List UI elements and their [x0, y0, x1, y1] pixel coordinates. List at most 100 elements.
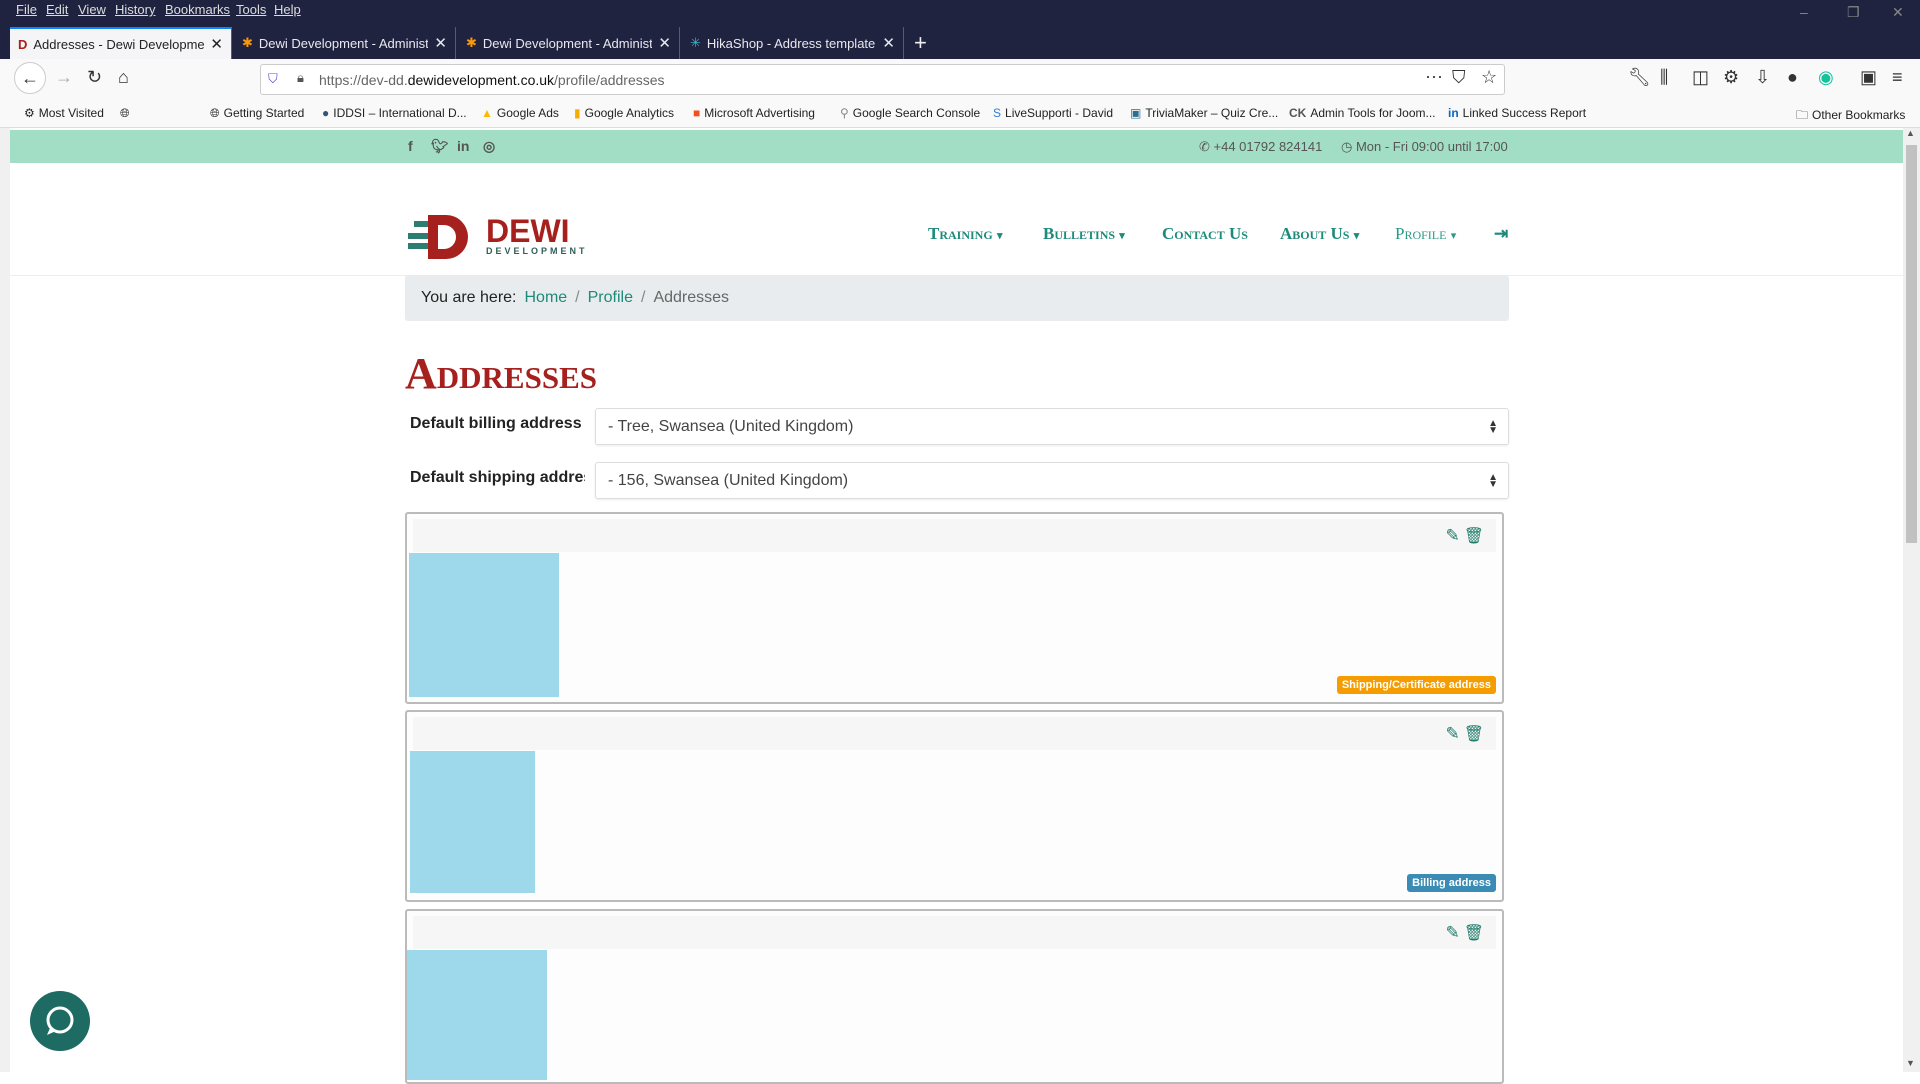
nav-training[interactable]: Training ▾ — [928, 224, 1002, 244]
minimize-button[interactable]: – — [1800, 4, 1808, 20]
tab-addresses[interactable]: D Addresses - Dewi Development ✕ — [10, 27, 232, 59]
nav-about-us[interactable]: About Us ▾ — [1280, 224, 1359, 244]
reload-button[interactable]: ↻ — [87, 67, 102, 88]
globe-icon[interactable]: 🌐︎ — [120, 106, 130, 121]
tab-admin-1[interactable]: ✱ Dewi Development - Administr ✕ — [234, 27, 456, 59]
joomla-icon: ✱ — [242, 35, 253, 50]
bookmark-label: Other Bookmarks — [1812, 108, 1906, 122]
menu-history[interactable]: History — [115, 2, 155, 17]
scroll-down-icon[interactable]: ▼ — [1906, 1058, 1915, 1068]
menu-file[interactable]: File — [16, 2, 37, 17]
home-button[interactable]: ⌂ — [118, 67, 129, 88]
address-content-block — [410, 751, 535, 893]
library-icon[interactable]: ⫼ — [1660, 67, 1668, 88]
shipping-label: Default shipping address — [410, 469, 585, 486]
delete-trash-icon[interactable]: 🗑︎ — [1464, 923, 1484, 943]
close-tab-icon[interactable]: ✕ — [658, 34, 671, 52]
bookmark-livesupporti[interactable]: S LiveSupporti - David — [993, 106, 1113, 120]
menu-help[interactable]: Help — [274, 2, 301, 17]
search-console-icon: ⚲ — [840, 106, 849, 120]
extension-icon[interactable]: ⚙ — [1723, 67, 1739, 88]
grammarly-icon[interactable]: ◉ — [1818, 67, 1834, 88]
close-window-button[interactable]: ✕ — [1892, 4, 1904, 21]
bookmark-most-visited[interactable]: ⚙ Most Visited — [24, 106, 104, 120]
nav-bulletins[interactable]: Bulletins ▾ — [1043, 224, 1125, 244]
chevron-down-icon: ▾ — [1353, 230, 1360, 242]
url-prefix: https://dev-dd. — [319, 71, 408, 88]
close-tab-icon[interactable]: ✕ — [434, 34, 447, 52]
more-icon[interactable]: ··· — [1425, 66, 1443, 87]
facebook-icon[interactable]: f — [408, 138, 413, 154]
bookmark-linked-success[interactable]: in Linked Success Report — [1448, 106, 1586, 120]
menu-bookmarks[interactable]: Bookmarks — [165, 2, 230, 17]
select-arrows-icon: ▲ ▼ — [1488, 471, 1498, 490]
delete-trash-icon[interactable]: 🗑︎ — [1464, 526, 1484, 546]
bookmark-google-analytics[interactable]: ▮ Google Analytics — [574, 106, 674, 120]
other-bookmarks[interactable]: 🗀 Other Bookmarks — [1796, 106, 1905, 127]
bookmark-label: Admin Tools for Joom... — [1310, 106, 1436, 120]
twitter-icon[interactable]: 🐦︎ — [431, 138, 449, 155]
wrench-icon[interactable]: 🔧︎ — [1628, 67, 1651, 88]
bookmark-getting-started[interactable]: 🌐︎ Getting Started — [210, 106, 304, 121]
bookmark-iddsi[interactable]: ● IDDSI – International D... — [322, 106, 467, 120]
forward-button[interactable]: → — [55, 67, 73, 88]
phone[interactable]: ✆ +44 01792 824141 — [1199, 139, 1322, 155]
hamburger-menu-icon[interactable]: ≡ — [1892, 67, 1903, 88]
bookmark-google-ads[interactable]: ▲ Google Ads — [481, 106, 559, 120]
gift-icon[interactable]: ▣ — [1860, 67, 1877, 88]
breadcrumb: You are here: Home / Profile / Addresses — [405, 275, 1509, 321]
billing-label: Default billing address — [410, 415, 582, 432]
bookmark-triviamaker[interactable]: ▣ TriviaMaker – Quiz Cre... — [1130, 106, 1278, 120]
edit-pencil-icon[interactable]: ✎ — [1445, 923, 1459, 943]
bookmark-label: Getting Started — [223, 106, 305, 120]
download-icon[interactable]: ⇩ — [1755, 67, 1770, 88]
nav-label: Contact Us — [1162, 224, 1248, 243]
nav-contact-us[interactable]: Contact Us — [1162, 224, 1248, 244]
delete-trash-icon[interactable]: 🗑︎ — [1464, 724, 1484, 744]
lock-icon[interactable]: 🔒︎ — [297, 70, 304, 86]
breadcrumb-separator: / — [640, 289, 646, 306]
bookmark-microsoft-advertising[interactable]: ■ Microsoft Advertising — [693, 106, 815, 120]
bookmark-label: Google Ads — [496, 106, 559, 120]
chevron-down-icon: ▾ — [1119, 230, 1125, 242]
instagram-icon[interactable]: ◎ — [483, 138, 495, 155]
bookmark-search-console[interactable]: ⚲ Google Search Console — [840, 106, 980, 120]
site-logo[interactable]: DEWI DEVELOPMENT — [408, 211, 598, 259]
close-tab-icon[interactable]: ✕ — [210, 35, 223, 53]
menu-tools[interactable]: Tools — [236, 2, 266, 17]
edit-pencil-icon[interactable]: ✎ — [1445, 526, 1459, 546]
account-icon[interactable]: ● — [1787, 67, 1798, 88]
chat-button[interactable] — [30, 991, 90, 1051]
address-card: ✎ 🗑︎ Billing address — [405, 710, 1504, 902]
tab-hikashop[interactable]: ✳ HikaShop - Address template S ✕ — [682, 27, 904, 59]
breadcrumb-home[interactable]: Home — [524, 289, 567, 307]
close-tab-icon[interactable]: ✕ — [882, 34, 895, 52]
breadcrumb-profile[interactable]: Profile — [588, 289, 633, 307]
analytics-icon: ▮ — [574, 106, 581, 120]
shipping-value: - 156, Swansea (United Kingdom) — [608, 471, 849, 489]
logout-icon[interactable]: ⇥ — [1494, 224, 1508, 244]
billing-address-select[interactable]: - Tree, Swansea (United Kingdom) ▲ ▼ — [595, 408, 1509, 445]
restore-button[interactable]: ❐ — [1847, 4, 1860, 21]
shield-icon[interactable]: ⛉ — [268, 71, 278, 87]
bookmark-admin-tools[interactable]: CK Admin Tools for Joom... — [1289, 106, 1436, 120]
menu-edit[interactable]: Edit — [46, 2, 68, 17]
pocket-icon[interactable]: ⛉ — [1452, 67, 1466, 88]
page-edge — [0, 128, 10, 1072]
linkedin-icon[interactable]: in — [457, 138, 469, 154]
nav-profile[interactable]: Profile ▾ — [1395, 224, 1456, 244]
star-icon[interactable]: ☆ — [1481, 67, 1497, 88]
sidebar-icon[interactable]: ◫ — [1692, 67, 1709, 88]
menu-view[interactable]: View — [78, 2, 106, 17]
nav-label: Profile — [1395, 224, 1447, 243]
back-button[interactable]: ← — [14, 62, 46, 94]
shipping-address-select[interactable]: - 156, Swansea (United Kingdom) ▲ ▼ — [595, 462, 1509, 499]
new-tab-button[interactable]: + — [914, 30, 927, 56]
hours-text: Mon - Fri 09:00 until 17:00 — [1355, 139, 1508, 154]
favicon-icon: D — [18, 36, 28, 52]
scrollbar-thumb[interactable] — [1906, 145, 1917, 543]
scroll-up-icon[interactable]: ▲ — [1906, 128, 1915, 138]
tab-admin-2[interactable]: ✱ Dewi Development - Administr ✕ — [458, 27, 680, 59]
url-bar[interactable]: https://dev-dd. dewidevelopment.co.uk/pro… — [260, 64, 1505, 95]
edit-pencil-icon[interactable]: ✎ — [1445, 724, 1459, 744]
